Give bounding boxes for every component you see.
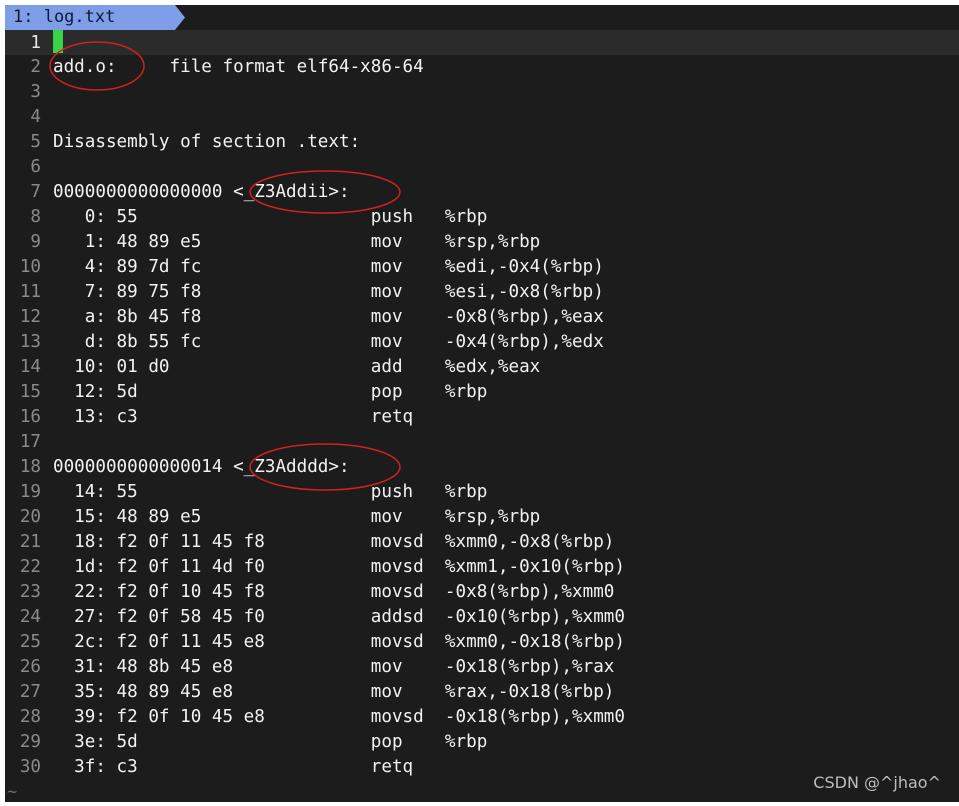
line-text: Disassembly of section .text: bbox=[53, 132, 361, 152]
line-text: 18: f2 0f 11 45 f8 movsd %xmm0,-0x8(%rbp… bbox=[53, 532, 615, 552]
line-number: 10 bbox=[19, 257, 41, 277]
line-text: 15: 48 89 e5 mov %rsp,%rbp bbox=[53, 507, 541, 527]
editor-line[interactable]: 8 0: 55 push %rbp bbox=[5, 205, 959, 230]
line-number: 23 bbox=[19, 582, 41, 602]
editor-line[interactable]: 25 2c: f2 0f 11 45 e8 movsd %xmm0,-0x18(… bbox=[5, 630, 959, 655]
line-number: 16 bbox=[19, 407, 41, 427]
line-number: 5 bbox=[30, 132, 41, 152]
line-text: 10: 01 d0 add %edx,%eax bbox=[53, 357, 541, 377]
editor-line[interactable]: 18 0000000000000014 <_Z3Adddd>: bbox=[5, 455, 959, 480]
editor-line[interactable]: 29 3e: 5d pop %rbp bbox=[5, 730, 959, 755]
editor-line[interactable]: 20 15: 48 89 e5 mov %rsp,%rbp bbox=[5, 505, 959, 530]
editor-line[interactable]: 26 31: 48 8b 45 e8 mov -0x18(%rbp),%rax bbox=[5, 655, 959, 680]
vim-window: 1: log.txt 1 2 add.o: file format elf64-x8… bbox=[5, 5, 959, 802]
empty-line-tilde: ~ bbox=[7, 782, 18, 802]
line-number: 21 bbox=[19, 532, 41, 552]
line-number: 6 bbox=[30, 157, 41, 177]
line-text: 7: 89 75 f8 mov %esi,-0x8(%rbp) bbox=[53, 282, 604, 302]
line-number: 17 bbox=[19, 432, 41, 452]
editor-line[interactable]: 27 35: 48 89 45 e8 mov %rax,-0x18(%rbp) bbox=[5, 680, 959, 705]
line-text: a: 8b 45 f8 mov -0x8(%rbp),%eax bbox=[53, 307, 604, 327]
line-number: 1 bbox=[30, 33, 41, 53]
editor-line[interactable]: 9 1: 48 89 e5 mov %rsp,%rbp bbox=[5, 230, 959, 255]
line-number: 24 bbox=[19, 607, 41, 627]
line-text: 12: 5d pop %rbp bbox=[53, 382, 488, 402]
editor-line[interactable]: 13 d: 8b 55 fc mov -0x4(%rbp),%edx bbox=[5, 330, 959, 355]
line-text: 27: f2 0f 58 45 f0 addsd -0x10(%rbp),%xm… bbox=[53, 607, 625, 627]
line-text: 14: 55 push %rbp bbox=[53, 482, 488, 502]
line-number: 25 bbox=[19, 632, 41, 652]
line-number: 7 bbox=[30, 182, 41, 202]
editor-line[interactable]: 12 a: 8b 45 f8 mov -0x8(%rbp),%eax bbox=[5, 305, 959, 330]
line-number: 28 bbox=[19, 707, 41, 727]
editor-buffer[interactable]: 1 2 add.o: file format elf64-x86-64 3 4 5 Disa… bbox=[5, 30, 959, 780]
editor-line[interactable]: 24 27: f2 0f 58 45 f0 addsd -0x10(%rbp),… bbox=[5, 605, 959, 630]
editor-line[interactable]: 3 bbox=[5, 80, 959, 105]
line-number: 11 bbox=[19, 282, 41, 302]
line-number: 12 bbox=[19, 307, 41, 327]
line-text: d: 8b 55 fc mov -0x4(%rbp),%edx bbox=[53, 332, 604, 352]
line-text: 3f: c3 retq bbox=[53, 757, 414, 777]
editor-line[interactable]: 2 add.o: file format elf64-x86-64 bbox=[5, 55, 959, 80]
line-number: 14 bbox=[19, 357, 41, 377]
editor-line[interactable]: 4 bbox=[5, 105, 959, 130]
line-number: 9 bbox=[30, 232, 41, 252]
line-text: 31: 48 8b 45 e8 mov -0x18(%rbp),%rax bbox=[53, 657, 615, 677]
watermark: CSDN @^jhao^ bbox=[813, 773, 941, 792]
line-number: 2 bbox=[30, 57, 41, 77]
line-number: 3 bbox=[30, 82, 41, 102]
editor-line[interactable]: 28 39: f2 0f 10 45 e8 movsd -0x18(%rbp),… bbox=[5, 705, 959, 730]
editor-line[interactable]: 21 18: f2 0f 11 45 f8 movsd %xmm0,-0x8(%… bbox=[5, 530, 959, 555]
line-number: 27 bbox=[19, 682, 41, 702]
line-text: 1d: f2 0f 11 4d f0 movsd %xmm1,-0x10(%rb… bbox=[53, 557, 625, 577]
editor-line[interactable]: 17 bbox=[5, 430, 959, 455]
editor-line[interactable]: 23 22: f2 0f 10 45 f8 movsd -0x8(%rbp),%… bbox=[5, 580, 959, 605]
editor-line[interactable]: 5 Disassembly of section .text: bbox=[5, 130, 959, 155]
editor-line[interactable]: 19 14: 55 push %rbp bbox=[5, 480, 959, 505]
line-text: 35: 48 89 45 e8 mov %rax,-0x18(%rbp) bbox=[53, 682, 615, 702]
line-text: 2c: f2 0f 11 45 e8 movsd %xmm0,-0x18(%rb… bbox=[53, 632, 625, 652]
editor-line[interactable]: 22 1d: f2 0f 11 4d f0 movsd %xmm1,-0x10(… bbox=[5, 555, 959, 580]
line-text: add.o: file format elf64-x86-64 bbox=[53, 57, 424, 77]
line-text: 0: 55 push %rbp bbox=[53, 207, 488, 227]
line-text: 4: 89 7d fc mov %edi,-0x4(%rbp) bbox=[53, 257, 604, 277]
editor-line[interactable]: 6 bbox=[5, 155, 959, 180]
line-text: 0000000000000000 <_Z3Addii>: bbox=[53, 182, 350, 202]
line-text: 22: f2 0f 10 45 f8 movsd -0x8(%rbp),%xmm… bbox=[53, 582, 615, 602]
text-cursor bbox=[53, 30, 63, 53]
line-number: 4 bbox=[30, 107, 41, 127]
line-text: 3e: 5d pop %rbp bbox=[53, 732, 488, 752]
line-number: 13 bbox=[19, 332, 41, 352]
line-number: 30 bbox=[19, 757, 41, 777]
line-number: 8 bbox=[30, 207, 41, 227]
line-number: 18 bbox=[19, 457, 41, 477]
line-text: 13: c3 retq bbox=[53, 407, 414, 427]
editor-line[interactable]: 14 10: 01 d0 add %edx,%eax bbox=[5, 355, 959, 380]
editor-line[interactable]: 7 0000000000000000 <_Z3Addii>: bbox=[5, 180, 959, 205]
tab-line: 1: log.txt bbox=[5, 5, 959, 30]
editor-line[interactable]: 10 4: 89 7d fc mov %edi,-0x4(%rbp) bbox=[5, 255, 959, 280]
editor-line[interactable]: 1 bbox=[5, 30, 959, 55]
line-text: 0000000000000014 <_Z3Adddd>: bbox=[53, 457, 350, 477]
line-number: 15 bbox=[19, 382, 41, 402]
editor-line[interactable]: 15 12: 5d pop %rbp bbox=[5, 380, 959, 405]
line-number: 29 bbox=[19, 732, 41, 752]
editor-line[interactable]: 11 7: 89 75 f8 mov %esi,-0x8(%rbp) bbox=[5, 280, 959, 305]
line-text: 39: f2 0f 10 45 e8 movsd -0x18(%rbp),%xm… bbox=[53, 707, 625, 727]
editor-line[interactable]: 16 13: c3 retq bbox=[5, 405, 959, 430]
line-number: 19 bbox=[19, 482, 41, 502]
line-number: 20 bbox=[19, 507, 41, 527]
line-number: 26 bbox=[19, 657, 41, 677]
tab-log-txt[interactable]: 1: log.txt bbox=[5, 5, 185, 30]
line-number: 22 bbox=[19, 557, 41, 577]
line-text: 1: 48 89 e5 mov %rsp,%rbp bbox=[53, 232, 541, 252]
